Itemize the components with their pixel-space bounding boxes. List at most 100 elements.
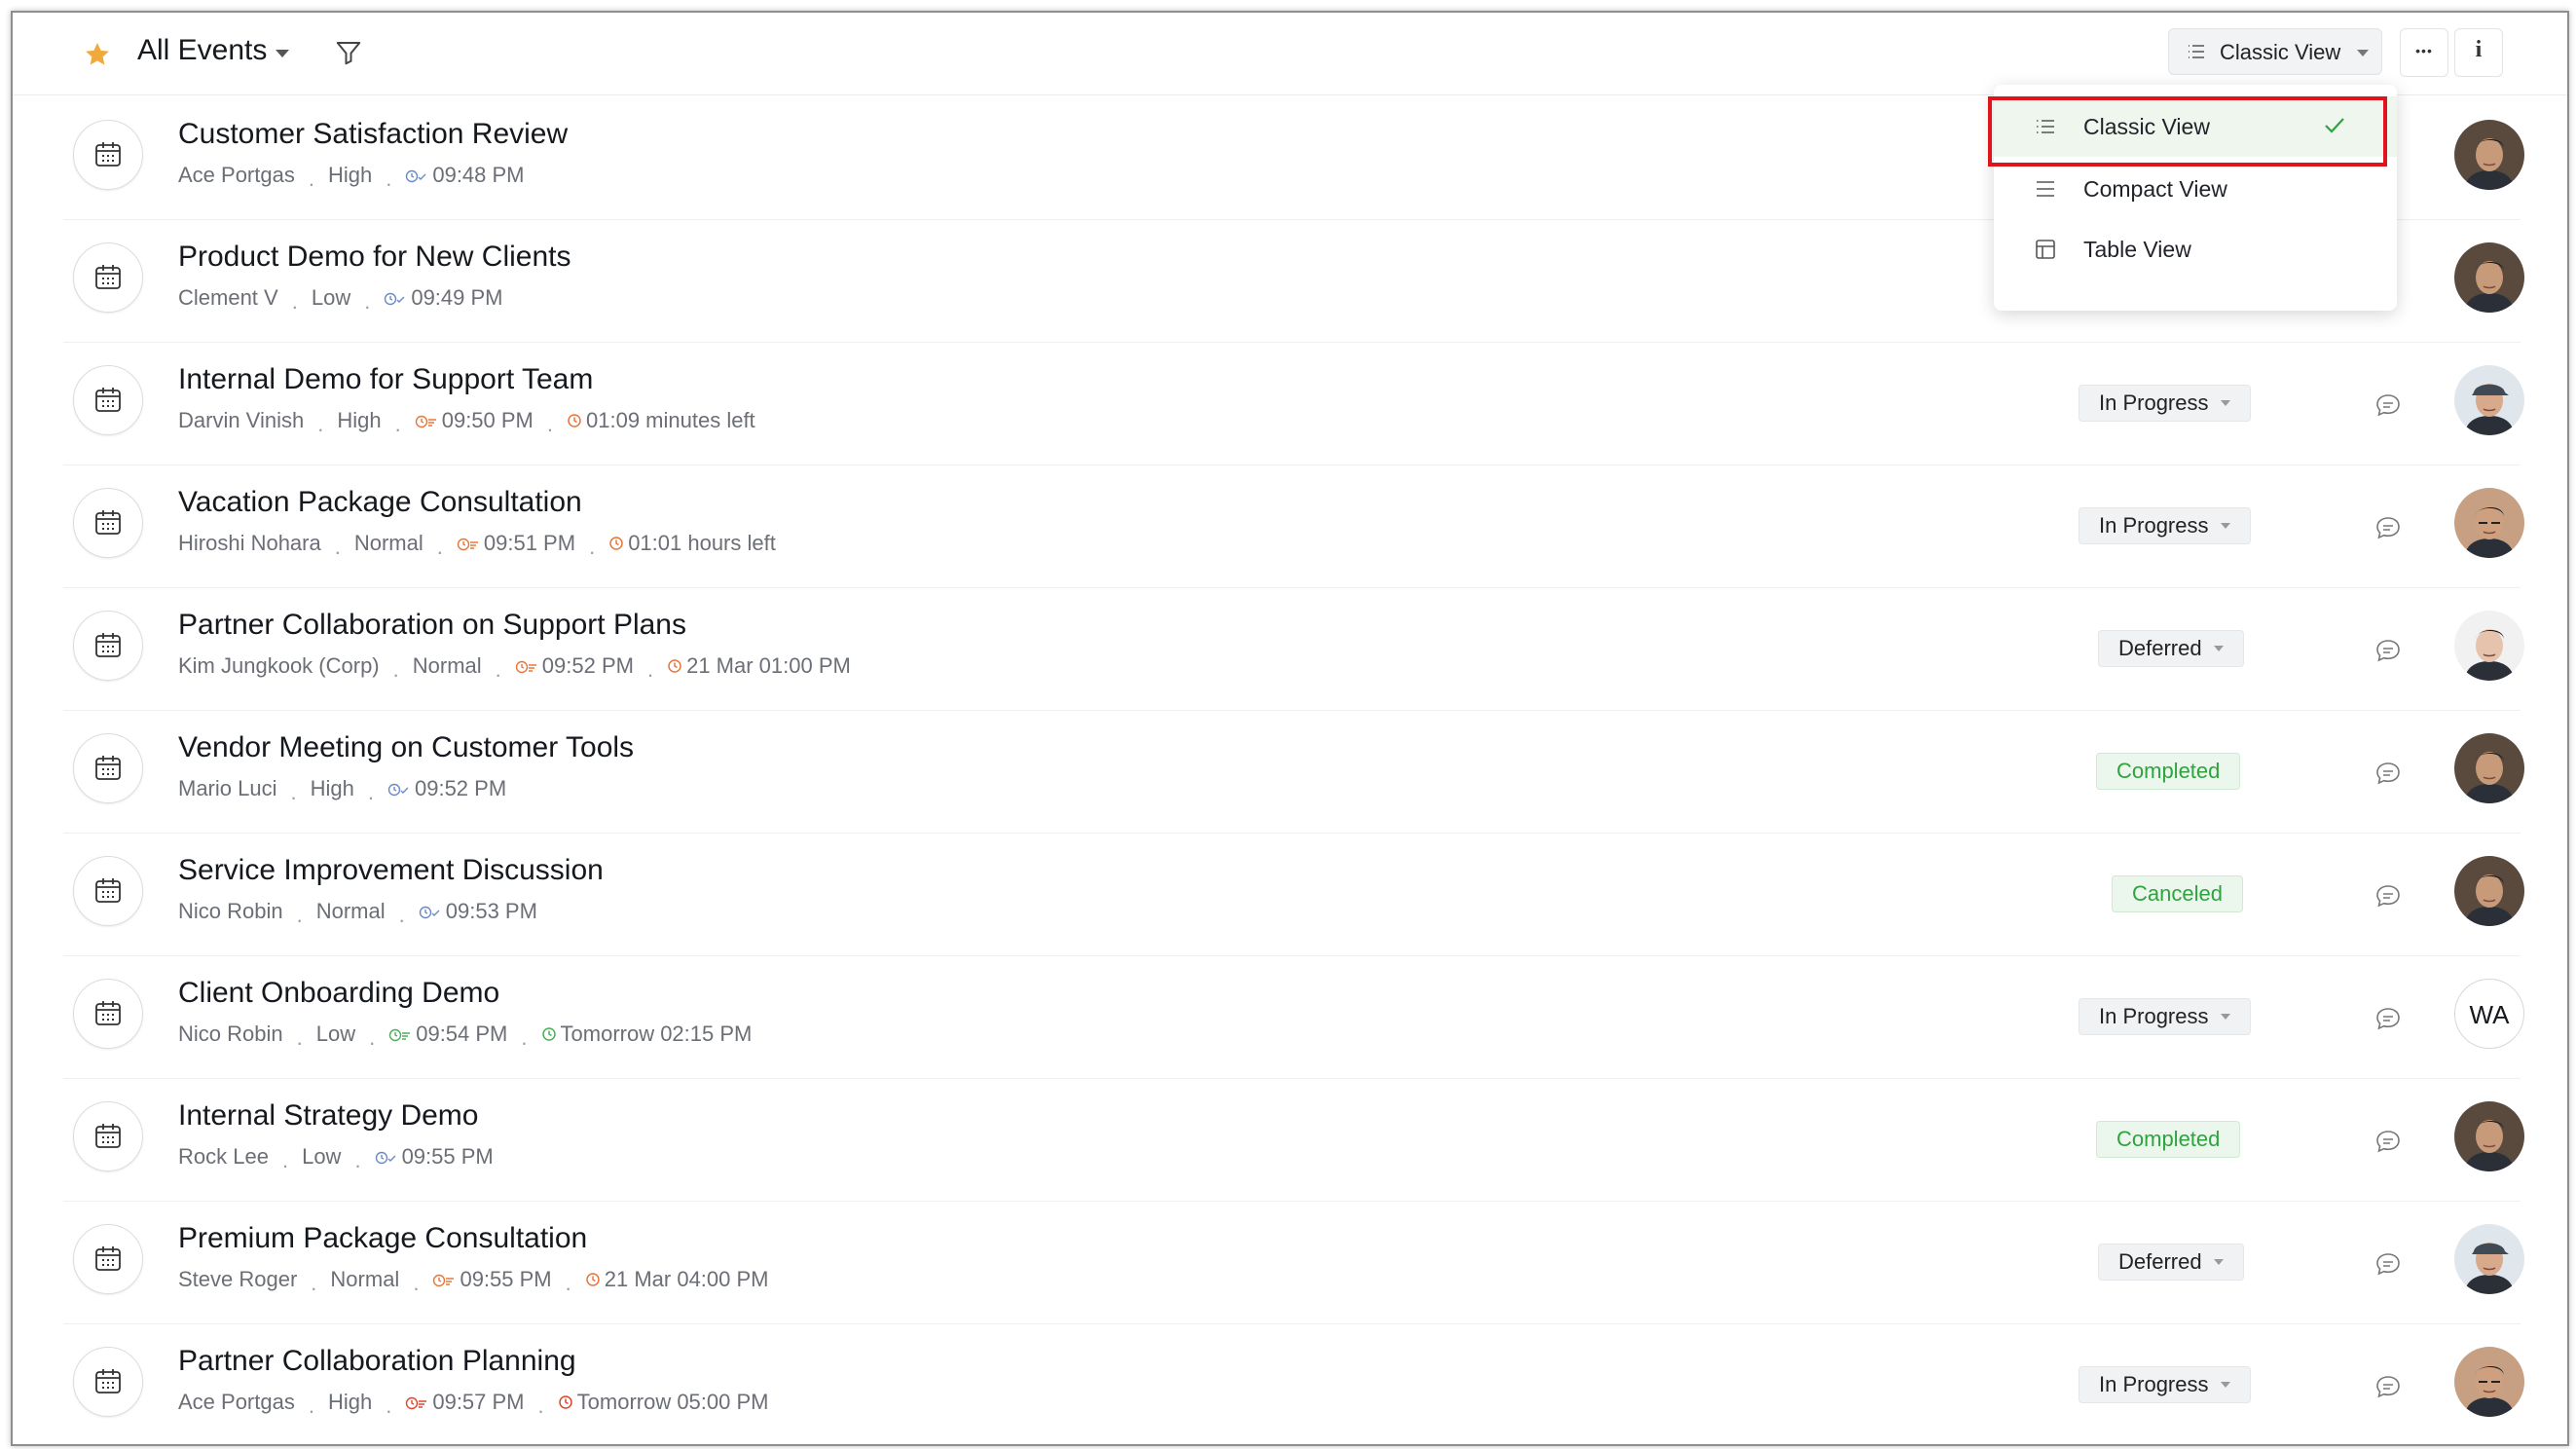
comment-icon[interactable] bbox=[2374, 1006, 2402, 1031]
avatar[interactable]: WA bbox=[2454, 979, 2524, 1049]
chevron-down-icon[interactable] bbox=[276, 50, 289, 57]
avatar[interactable] bbox=[2454, 1101, 2524, 1171]
status-badge[interactable]: In Progress bbox=[2079, 998, 2251, 1035]
view-switcher-label: Classic View bbox=[2220, 40, 2341, 64]
comment-icon[interactable] bbox=[2374, 1251, 2402, 1277]
event-row[interactable]: Partner Collaboration Planning Ace Portga… bbox=[63, 1323, 2524, 1444]
avatar[interactable] bbox=[2454, 365, 2524, 435]
comment-icon[interactable] bbox=[2374, 1129, 2402, 1154]
status-label: Completed bbox=[2116, 759, 2221, 783]
scheduled-icon bbox=[384, 290, 411, 306]
event-title[interactable]: Internal Strategy Demo bbox=[178, 1099, 478, 1133]
separator-dot: . bbox=[296, 1025, 303, 1050]
avatar[interactable] bbox=[2454, 856, 2524, 926]
separator-dot: . bbox=[354, 1148, 361, 1172]
event-row[interactable]: Premium Package Consultation Steve Roger.… bbox=[63, 1201, 2524, 1324]
separator-dot: . bbox=[565, 1271, 571, 1295]
event-time: 09:50 PM bbox=[441, 408, 534, 432]
avatar[interactable] bbox=[2454, 242, 2524, 313]
status-badge[interactable]: Completed bbox=[2096, 753, 2241, 790]
more-options-button[interactable]: ••• bbox=[2400, 28, 2448, 77]
separator-dot: . bbox=[308, 1393, 314, 1418]
comment-icon[interactable] bbox=[2374, 515, 2402, 540]
event-row[interactable]: Partner Collaboration on Support Plans Ki… bbox=[63, 587, 2524, 711]
status-badge[interactable]: In Progress bbox=[2079, 1366, 2251, 1403]
event-meta: Nico Robin. Normal. 09:53 PM bbox=[178, 899, 537, 927]
favorite-star-icon[interactable] bbox=[83, 40, 112, 69]
event-priority: High bbox=[327, 163, 373, 187]
status-badge[interactable]: Deferred bbox=[2098, 1244, 2244, 1281]
event-title[interactable]: Service Improvement Discussion bbox=[178, 854, 604, 887]
scheduled-icon bbox=[387, 781, 415, 797]
chevron-down-icon bbox=[2220, 1014, 2230, 1020]
status-label: In Progress bbox=[2099, 513, 2209, 538]
status-badge[interactable]: In Progress bbox=[2079, 385, 2251, 422]
event-title[interactable]: Partner Collaboration Planning bbox=[178, 1345, 576, 1378]
comment-icon[interactable] bbox=[2374, 883, 2402, 909]
chevron-down-icon bbox=[2213, 1259, 2224, 1265]
event-owner: Nico Robin bbox=[178, 899, 283, 923]
status-label: Deferred bbox=[2118, 636, 2202, 660]
filter-icon[interactable] bbox=[334, 38, 363, 67]
separator-dot: . bbox=[386, 1393, 392, 1418]
avatar[interactable] bbox=[2454, 733, 2524, 803]
event-title[interactable]: Partner Collaboration on Support Plans bbox=[178, 609, 686, 642]
avatar[interactable] bbox=[2454, 120, 2524, 190]
event-due: Tomorrow 02:15 PM bbox=[560, 1022, 753, 1046]
calendar-icon bbox=[73, 733, 143, 803]
comment-icon[interactable] bbox=[2374, 638, 2402, 663]
avatar[interactable] bbox=[2454, 488, 2524, 558]
event-owner: Darvin Vinish bbox=[178, 408, 305, 432]
status-badge[interactable]: In Progress bbox=[2079, 507, 2251, 544]
event-time: 09:55 PM bbox=[460, 1267, 552, 1291]
status-label: Deferred bbox=[2118, 1249, 2202, 1274]
dropdown-item-table-view[interactable]: Table View bbox=[1994, 219, 2397, 279]
event-meta: Hiroshi Nohara. Normal. 09:51 PM. 01:01 hou… bbox=[178, 531, 776, 559]
clock-icon bbox=[541, 1026, 561, 1042]
event-title[interactable]: Product Demo for New Clients bbox=[178, 241, 570, 274]
status-badge[interactable]: Deferred bbox=[2098, 630, 2244, 667]
overdue-icon bbox=[515, 658, 542, 674]
selection-highlight bbox=[1988, 96, 2387, 167]
event-title[interactable]: Vacation Package Consultation bbox=[178, 486, 582, 519]
comment-icon[interactable] bbox=[2374, 761, 2402, 786]
event-time: 09:52 PM bbox=[414, 776, 507, 800]
separator-dot: . bbox=[436, 535, 443, 559]
event-title[interactable]: Customer Satisfaction Review bbox=[178, 118, 568, 151]
chevron-down-icon bbox=[2220, 400, 2230, 406]
event-title[interactable]: Vendor Meeting on Customer Tools bbox=[178, 731, 634, 764]
separator-dot: . bbox=[546, 412, 554, 436]
event-owner: Steve Roger bbox=[178, 1267, 298, 1291]
separator-dot: . bbox=[308, 167, 314, 191]
page-title[interactable]: All Events bbox=[137, 34, 267, 67]
comment-icon[interactable] bbox=[2374, 1374, 2402, 1399]
status-badge[interactable]: Canceled bbox=[2112, 875, 2243, 912]
view-switcher-button[interactable]: Classic View bbox=[2168, 28, 2382, 75]
event-row[interactable]: Internal Demo for Support Team Darvin Vin… bbox=[63, 342, 2524, 465]
status-label: Completed bbox=[2116, 1127, 2221, 1151]
calendar-icon bbox=[73, 365, 143, 435]
event-row[interactable]: Internal Strategy Demo Rock Lee. Low. 09:55… bbox=[63, 1078, 2524, 1202]
event-row[interactable]: Vendor Meeting on Customer Tools Mario Lu… bbox=[63, 710, 2524, 834]
dropdown-item-label: Table View bbox=[2083, 237, 2191, 262]
info-button[interactable]: i bbox=[2454, 28, 2503, 77]
event-row[interactable]: Service Improvement Discussion Nico Robin… bbox=[63, 833, 2524, 956]
event-title[interactable]: Internal Demo for Support Team bbox=[178, 363, 593, 396]
event-title[interactable]: Client Onboarding Demo bbox=[178, 977, 499, 1010]
chevron-down-icon bbox=[2213, 646, 2224, 651]
comment-icon[interactable] bbox=[2374, 392, 2402, 418]
event-row[interactable]: Client Onboarding Demo Nico Robin. Low. 09:… bbox=[63, 955, 2524, 1079]
status-badge[interactable]: Completed bbox=[2096, 1121, 2241, 1158]
event-title[interactable]: Premium Package Consultation bbox=[178, 1222, 587, 1255]
event-priority: Normal bbox=[353, 531, 423, 555]
avatar[interactable] bbox=[2454, 611, 2524, 681]
avatar[interactable] bbox=[2454, 1347, 2524, 1417]
toolbar: All Events Classic View ••• i bbox=[13, 13, 2567, 95]
status-label: In Progress bbox=[2099, 1004, 2209, 1028]
dropdown-item-compact-view[interactable]: Compact View bbox=[1994, 159, 2397, 219]
event-time: 09:48 PM bbox=[432, 163, 525, 187]
event-row[interactable]: Vacation Package Consultation Hiroshi Noh… bbox=[63, 464, 2524, 588]
separator-dot: . bbox=[296, 903, 303, 927]
separator-dot: . bbox=[398, 903, 405, 927]
avatar[interactable] bbox=[2454, 1224, 2524, 1294]
